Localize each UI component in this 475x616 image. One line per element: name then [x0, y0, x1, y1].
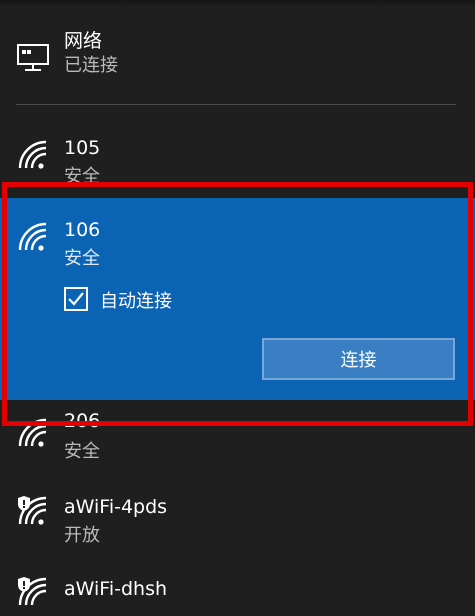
panel-top-edge: [0, 0, 475, 6]
wifi-network-name: aWiFi-4pds: [64, 496, 168, 518]
wired-network-item[interactable]: 网络 已连接: [0, 18, 475, 88]
wifi-network-status: 开放: [64, 525, 100, 546]
wifi-network-name: 106: [64, 219, 101, 241]
wifi-network-name: aWiFi-dhsh: [64, 578, 168, 600]
wifi-open-shield-icon: [18, 496, 47, 525]
wifi-network-status: 安全: [64, 166, 100, 187]
wifi-network-name: 105: [64, 137, 101, 159]
wifi-secure-icon: [18, 418, 47, 447]
wired-network-name: 网络: [64, 30, 103, 52]
checkmark-icon: [68, 292, 84, 306]
auto-connect-checkbox[interactable]: [64, 287, 88, 311]
wifi-network-status: 安全: [64, 441, 100, 462]
wired-network-status: 已连接: [64, 55, 118, 76]
connect-button[interactable]: 连接: [262, 338, 455, 380]
wifi-secure-icon: [18, 140, 47, 169]
desktop-ethernet-icon: [17, 44, 49, 71]
wifi-open-shield-icon: [18, 577, 47, 606]
section-divider: [16, 104, 456, 105]
wifi-network-status: 安全: [64, 248, 100, 269]
wifi-secure-icon: [18, 222, 47, 251]
auto-connect-label[interactable]: 自动连接: [100, 287, 172, 313]
wifi-network-name: 206: [64, 410, 101, 432]
network-flyout: 网络 已连接 105 安全 106 安全 自动连接 连接 206 安全 aWiF…: [0, 0, 475, 616]
